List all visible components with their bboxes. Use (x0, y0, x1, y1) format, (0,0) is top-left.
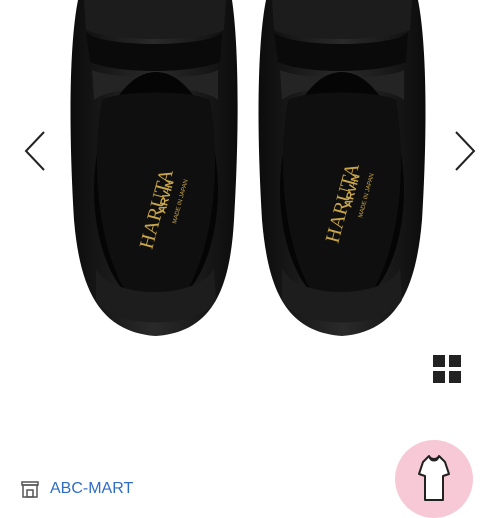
storefront-icon (21, 481, 39, 498)
dress-icon (418, 455, 450, 501)
shop-name[interactable]: ABC-MART (50, 478, 133, 500)
left-shoe: HARUTA ARVIN MADE IN JAPAN (70, 0, 238, 336)
grid-view-button[interactable] (430, 352, 464, 386)
product-image-gallery[interactable]: HARUTA ARVIN MADE IN JAPAN HARUTA ARVIN … (0, 0, 500, 345)
loafer-shoes-photo: HARUTA ARVIN MADE IN JAPAN HARUTA ARVIN … (70, 0, 426, 336)
seller-avatar[interactable] (395, 440, 473, 518)
previous-image-button[interactable] (20, 128, 50, 174)
grid-view-icon (433, 355, 461, 383)
shop-link[interactable]: ABC-MART (20, 478, 133, 500)
chevron-left-icon (24, 131, 45, 171)
next-image-button[interactable] (450, 128, 480, 174)
right-shoe: HARUTA ARVIN MADE IN JAPAN (258, 0, 426, 336)
chevron-right-icon (455, 131, 476, 171)
